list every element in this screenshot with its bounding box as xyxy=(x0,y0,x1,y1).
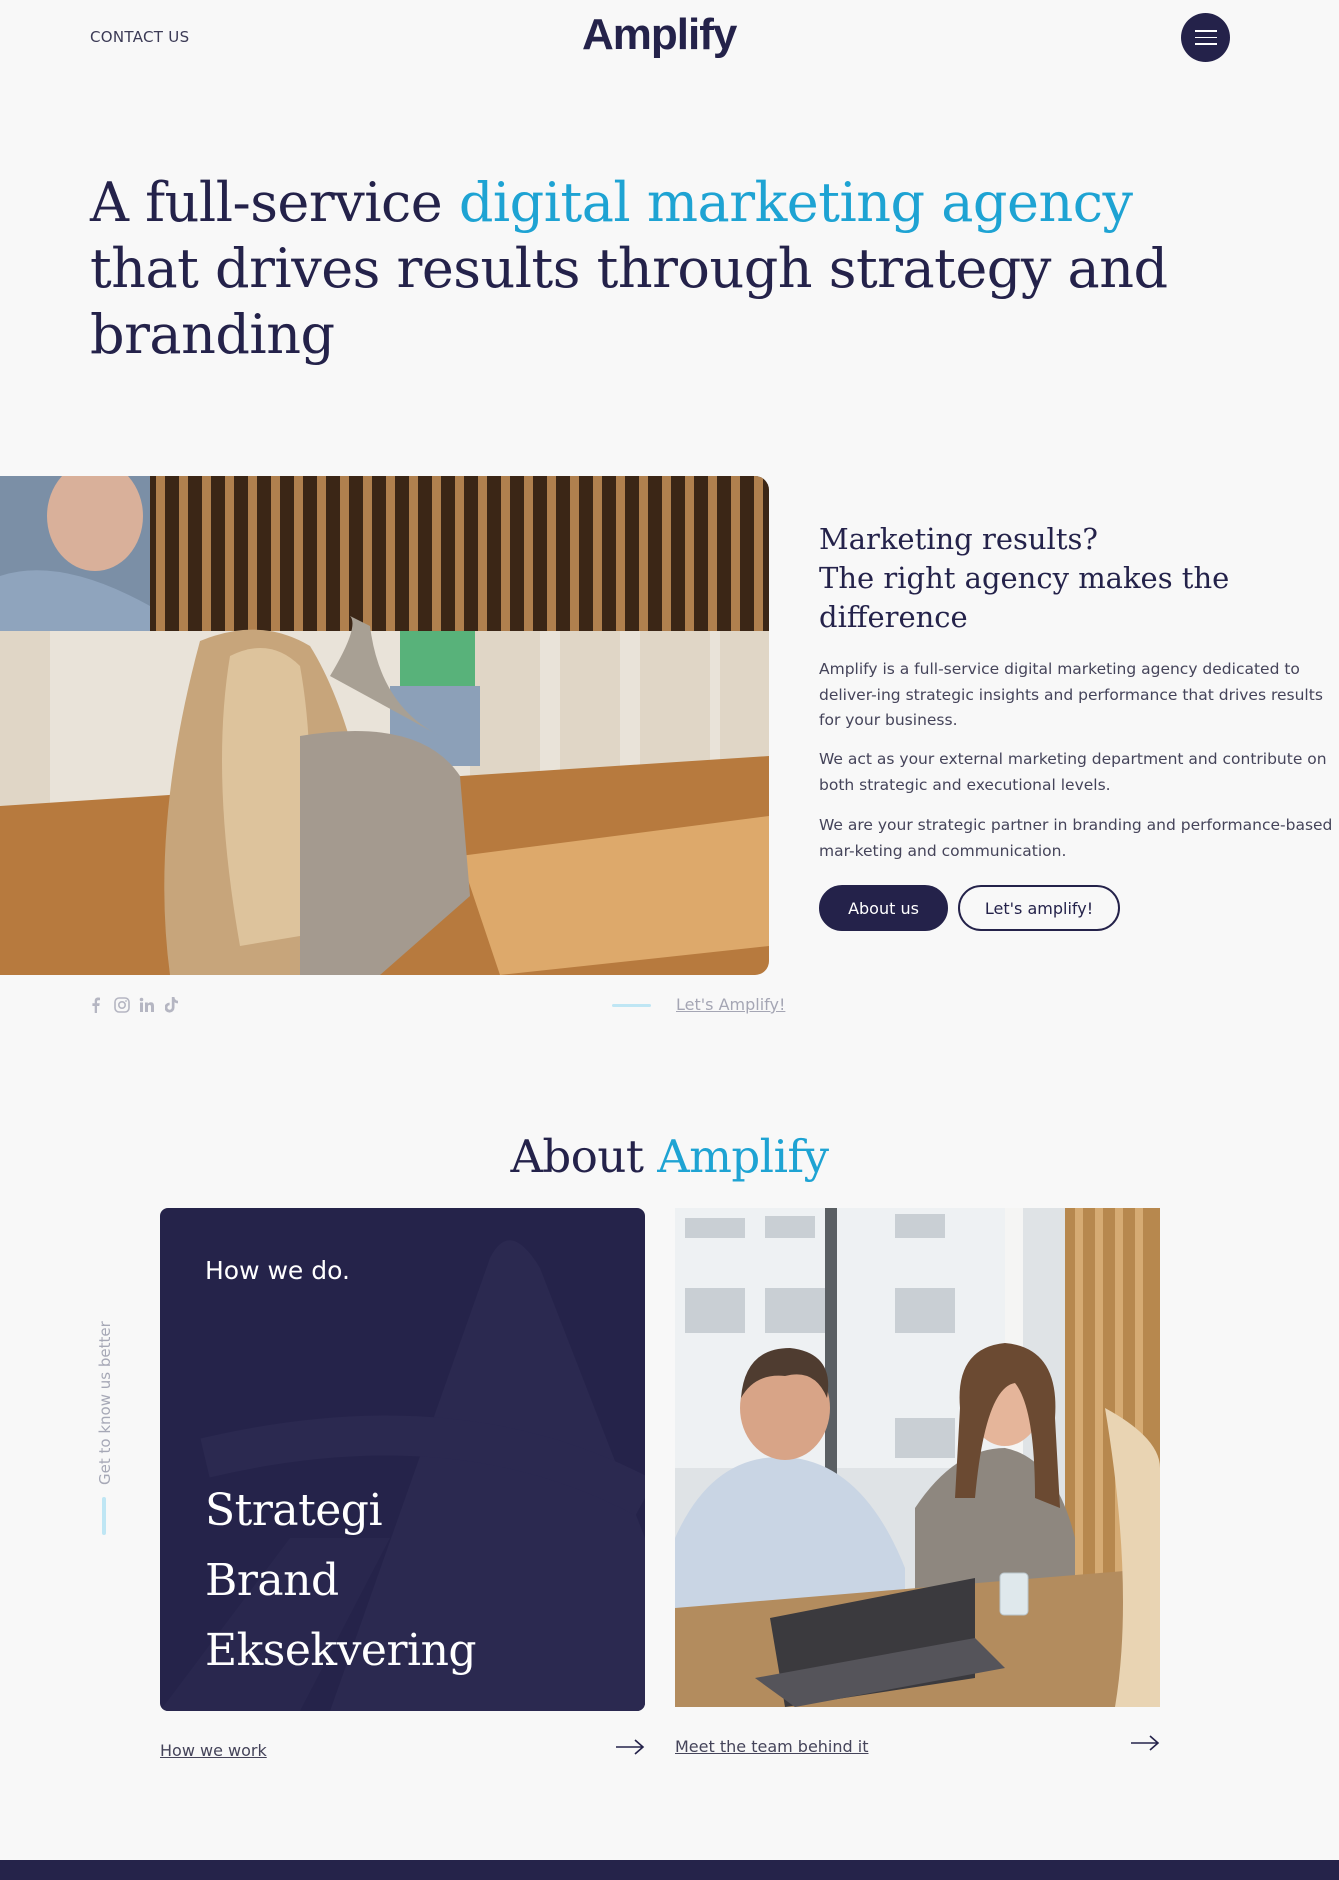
team-photo[interactable] xyxy=(675,1208,1160,1707)
instagram-icon[interactable] xyxy=(114,997,130,1013)
contact-us-link[interactable]: CONTACT US xyxy=(90,28,189,46)
hamburger-menu-icon[interactable] xyxy=(1181,13,1230,62)
footer-bar xyxy=(0,1860,1339,1880)
hero-title: A full-service digital marketing agency … xyxy=(90,170,1250,368)
card-subtitle: How we do. xyxy=(205,1256,350,1285)
intro-heading-line2: The right agency makes the difference xyxy=(819,561,1230,634)
how-we-work-arrow-icon[interactable] xyxy=(615,1737,645,1757)
about-title-part1: About xyxy=(510,1130,658,1183)
hero-title-part1: A full-service xyxy=(90,171,459,234)
about-title: About Amplify xyxy=(0,1130,1339,1183)
intro-heading: Marketing results? The right agency make… xyxy=(819,520,1299,637)
meet-team-link[interactable]: Meet the team behind it xyxy=(675,1737,868,1756)
lets-amplify-divider xyxy=(612,1004,651,1007)
linkedin-icon[interactable] xyxy=(139,997,155,1013)
card-item-strategi: Strategi xyxy=(205,1485,383,1536)
hero-title-part2: that drives results through strategy and… xyxy=(90,237,1168,366)
card-items: Strategi Brand Eksekvering xyxy=(205,1476,477,1686)
lets-amplify-link[interactable]: Let's Amplify! xyxy=(676,995,785,1014)
intro-paragraph-2: We act as your external marketing depart… xyxy=(819,750,1327,794)
lets-amplify-button[interactable]: Let's amplify! xyxy=(958,885,1120,931)
meet-team-arrow-icon[interactable] xyxy=(1130,1733,1160,1753)
card-item-eksekvering: Eksekvering xyxy=(205,1625,477,1676)
about-us-button[interactable]: About us xyxy=(819,885,948,931)
tiktok-icon[interactable] xyxy=(165,997,179,1013)
how-we-work-link[interactable]: How we work xyxy=(160,1741,267,1760)
get-to-know-label: Get to know us better xyxy=(96,1321,114,1485)
amplify-logo[interactable]: Amplify xyxy=(582,10,737,60)
hero-title-accent: digital marketing agency xyxy=(458,171,1133,234)
how-we-do-card[interactable]: How we do. Strategi Brand Eksekvering xyxy=(160,1208,645,1711)
vertical-accent-line xyxy=(102,1497,106,1535)
about-title-accent: Amplify xyxy=(657,1130,829,1183)
card-item-brand: Brand xyxy=(205,1555,339,1606)
intro-heading-line1: Marketing results? xyxy=(819,522,1098,556)
intro-paragraph-3: We are your strategic partner in brandin… xyxy=(819,816,1333,860)
intro-paragraph-1: Amplify is a full-service digital market… xyxy=(819,660,1323,729)
facebook-icon[interactable] xyxy=(91,997,100,1013)
hero-office-photo xyxy=(0,476,769,975)
